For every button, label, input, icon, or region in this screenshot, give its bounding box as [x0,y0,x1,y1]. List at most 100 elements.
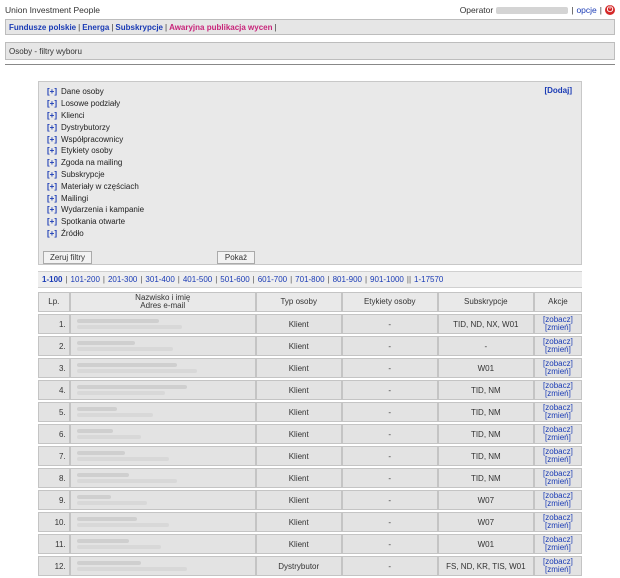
nav-item[interactable]: Subskrypcje [115,23,163,32]
filter-label: Subskrypcje [61,169,105,179]
cell-actions: [zobacz] [zmień] [533,468,582,488]
col-name-line2: Adres e-mail [140,301,186,310]
filter-item[interactable]: [+] Zgoda na mailing [47,157,144,169]
redacted-name [76,407,117,411]
options-link[interactable]: opcje [576,5,596,15]
edit-link[interactable]: [zmień] [535,368,581,376]
nav-separator: | [274,23,277,32]
expand-toggle-icon[interactable]: [+] [47,205,61,214]
expand-toggle-icon[interactable]: [+] [47,146,61,155]
page-separator: || [406,275,412,284]
page-link[interactable]: 801-900 [333,275,362,284]
nav-item[interactable]: Awaryjna publikacja wycen [169,23,272,32]
redacted-name [76,539,129,543]
cell-type: Klient [255,402,342,422]
page-links: 1-100 | 101-200 | 201-300 | 301-400 | 401-500 | 50… [42,275,443,284]
col-subscriptions: Subskrypcje [437,292,534,312]
cell-subscriptions: TID, NM [437,424,534,444]
filter-item[interactable]: [+] Materiały w częściach [47,180,144,192]
cell-type: Dystrybutor [255,556,342,576]
cell-type: Klient [255,468,342,488]
filter-item[interactable]: [+] Etykiety osoby [47,145,144,157]
nav-item[interactable]: Fundusze polskie [9,23,76,32]
page-link[interactable]: 401-500 [183,275,212,284]
filter-item[interactable]: [+] Subskrypcje [47,169,144,181]
filter-item[interactable]: [+] Współpracownicy [47,133,144,145]
filter-item[interactable]: [+] Mailingi [47,192,144,204]
expand-toggle-icon[interactable]: [+] [47,135,61,144]
page-link[interactable]: 701-800 [295,275,324,284]
cell-labels: - [341,512,438,532]
page-link-total[interactable]: 1-17570 [414,275,443,284]
edit-link[interactable]: [zmień] [535,390,581,398]
top-bar: Union Investment People Operator | opcje… [5,5,615,17]
table-body: 1. Klient - TID, ND, NX, W01 [zobacz] [zmień]… [38,314,582,576]
expand-toggle-icon[interactable]: [+] [47,170,61,179]
filter-item[interactable]: [+] Dystrybutorzy [47,121,144,133]
page-link[interactable]: 601-700 [258,275,287,284]
cell-subscriptions: TID, NM [437,380,534,400]
page-link[interactable]: 301-400 [145,275,174,284]
edit-link[interactable]: [zmień] [535,412,581,420]
expand-toggle-icon[interactable]: [+] [47,229,61,238]
page-link[interactable]: 1-100 [42,275,62,284]
page-separator: | [177,275,180,284]
filter-item[interactable]: [+] Wydarzenia i kampanie [47,204,144,216]
edit-link[interactable]: [zmień] [535,566,581,574]
separator: | [571,5,574,15]
page-link[interactable]: 201-300 [108,275,137,284]
expand-toggle-icon[interactable]: [+] [47,158,61,167]
show-button[interactable]: Pokaż [217,251,255,264]
edit-link[interactable]: [zmień] [535,500,581,508]
page-link[interactable]: 901-1000 [370,275,404,284]
cell-subscriptions: FS, ND, KR, TIS, W01 [437,556,534,576]
expand-toggle-icon[interactable]: [+] [47,87,61,96]
filter-label: Współpracownicy [61,134,124,144]
redacted-email [76,479,177,483]
page-title-bar: Osoby - filtry wyboru [5,42,615,60]
page-link[interactable]: 101-200 [71,275,100,284]
cell-name-redacted [69,314,256,334]
cell-labels: - [341,336,438,356]
edit-link[interactable]: [zmień] [535,324,581,332]
redacted-email [76,325,182,329]
redacted-email [76,369,197,373]
filter-item[interactable]: [+] Dane osoby [47,86,144,98]
redacted-name [76,473,129,477]
filter-label: Mailingi [61,193,89,203]
table-header-row: Lp. Nazwisko i imię Adres e-mail Typ oso… [38,292,582,312]
edit-link[interactable]: [zmień] [535,478,581,486]
expand-toggle-icon[interactable]: [+] [47,123,61,132]
add-filter-link[interactable]: [Dodaj] [544,86,572,95]
cell-labels: - [341,490,438,510]
separator: | [599,5,602,15]
expand-toggle-icon[interactable]: [+] [47,194,61,203]
page-link[interactable]: 501-600 [220,275,249,284]
nav-separator: | [111,23,114,32]
filter-item[interactable]: [+] Klienci [47,110,144,122]
edit-link[interactable]: [zmień] [535,456,581,464]
expand-toggle-icon[interactable]: [+] [47,217,61,226]
cell-actions: [zobacz] [zmień] [533,446,582,466]
cell-lp: 4. [38,380,70,400]
expand-toggle-icon[interactable]: [+] [47,182,61,191]
edit-link[interactable]: [zmień] [535,544,581,552]
filter-item[interactable]: [+] Losowe podziały [47,98,144,110]
expand-toggle-icon[interactable]: [+] [47,99,61,108]
operator-area: Operator | opcje | ⏻ [460,5,615,15]
table-row: 9. Klient - W07 [zobacz] [zmień] [38,490,582,510]
table-row: 8. Klient - TID, NM [zobacz] [zmień] [38,468,582,488]
nav-item[interactable]: Energa [82,23,109,32]
cell-name-redacted [69,380,256,400]
edit-link[interactable]: [zmień] [535,434,581,442]
filter-label: Dane osoby [61,87,104,97]
cell-type: Klient [255,314,342,334]
edit-link[interactable]: [zmień] [535,522,581,530]
cell-name-redacted [69,446,256,466]
filter-item[interactable]: [+] Źródło [47,228,144,240]
edit-link[interactable]: [zmień] [535,346,581,354]
reset-filters-button[interactable]: Zeruj filtry [43,251,92,264]
expand-toggle-icon[interactable]: [+] [47,111,61,120]
filter-item[interactable]: [+] Spotkania otwarte [47,216,144,228]
logout-power-icon[interactable]: ⏻ [605,5,615,15]
